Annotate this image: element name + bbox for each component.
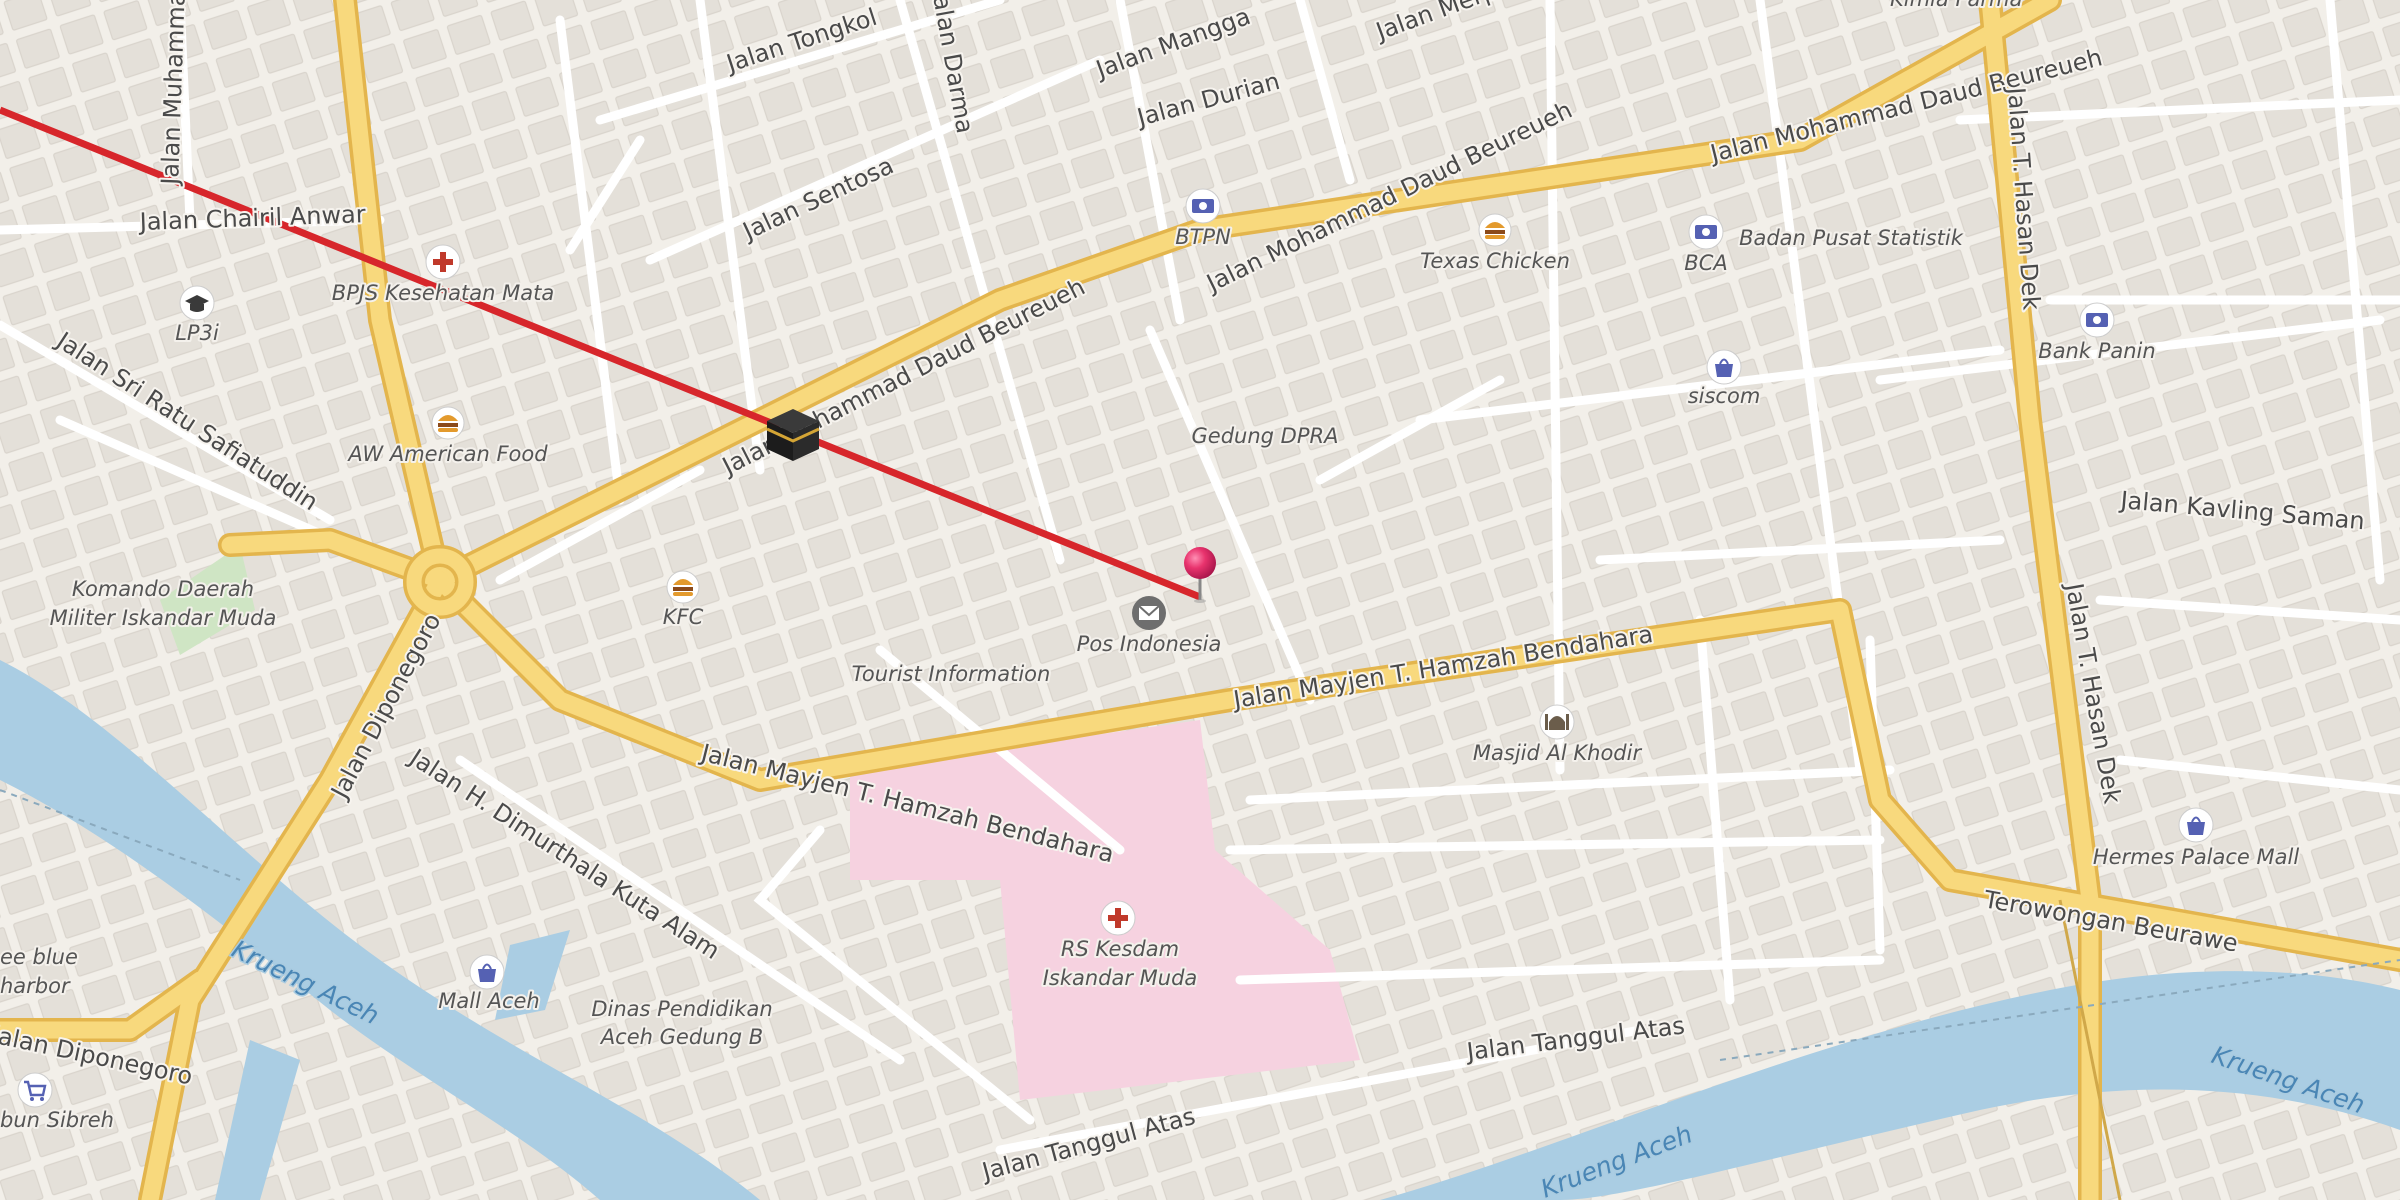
place-label-siscom: siscom — [1688, 384, 1761, 408]
place-label-free-blue-2: harbor — [0, 974, 71, 998]
envelope-icon[interactable] — [1132, 596, 1166, 630]
place-label-kodam-2: Militer Iskandar Muda — [50, 606, 277, 630]
place-label-mall-aceh: Mall Aceh — [438, 989, 539, 1013]
shopping-bag-icon[interactable] — [1706, 349, 1742, 385]
place-label-free-blue-1: ee blue — [0, 945, 78, 969]
burger-icon[interactable] — [431, 406, 465, 440]
shopping-bag-icon[interactable] — [2178, 807, 2214, 843]
place-label-lp3i: LP3i — [175, 321, 219, 345]
place-label-rs-2: Iskandar Muda — [1043, 966, 1198, 990]
shopping-cart-icon[interactable] — [17, 1072, 53, 1108]
banknote-icon[interactable] — [1185, 188, 1221, 224]
map-canvas[interactable]: Jalan Mohammad Daud Beureueh Jalan Moham… — [0, 0, 2400, 1200]
banknote-icon[interactable] — [1688, 214, 1724, 250]
place-label-tourist: Tourist Information — [852, 662, 1051, 686]
place-label-dinas-1: Dinas Pendidikan — [591, 997, 772, 1021]
place-label-btpn: BTPN — [1175, 225, 1231, 249]
burger-icon[interactable] — [1478, 213, 1512, 247]
banknote-icon[interactable] — [2079, 302, 2115, 338]
place-label-masjid: Masjid Al Khodir — [1473, 741, 1643, 765]
place-label-hermes: Hermes Palace Mall — [2093, 845, 2300, 869]
place-label-texas: Texas Chicken — [1420, 249, 1570, 273]
place-label-pos: Pos Indonesia — [1077, 632, 1222, 656]
place-label-dpra: Gedung DPRA — [1192, 424, 1339, 448]
graduation-cap-icon[interactable] — [179, 285, 215, 321]
place-label-kebun: bun Sibreh — [0, 1108, 114, 1132]
place-label-top-partial: Kimia Farma — [1890, 0, 2022, 11]
place-label-bank-panin: Bank Panin — [2038, 339, 2155, 363]
place-label-dinas-2: Aceh Gedung B — [599, 1025, 763, 1049]
hospital-cross-icon[interactable] — [1100, 900, 1136, 936]
burger-icon[interactable] — [666, 570, 700, 604]
place-label-rs-1: RS Kesdam — [1061, 937, 1179, 961]
shopping-bag-icon[interactable] — [469, 954, 505, 990]
place-label-kfc: KFC — [663, 605, 704, 629]
hospital-cross-icon[interactable] — [425, 244, 461, 280]
place-label-kodam-1: Komando Daerah — [72, 577, 254, 601]
place-label-bpjs: BPJS Kesehatan Mata — [332, 281, 554, 305]
place-label-bca: BCA — [1684, 251, 1727, 275]
mosque-icon[interactable] — [1539, 704, 1575, 740]
place-label-bps: Badan Pusat Statistik — [1739, 226, 1964, 250]
place-label-aw: AW American Food — [346, 442, 548, 466]
